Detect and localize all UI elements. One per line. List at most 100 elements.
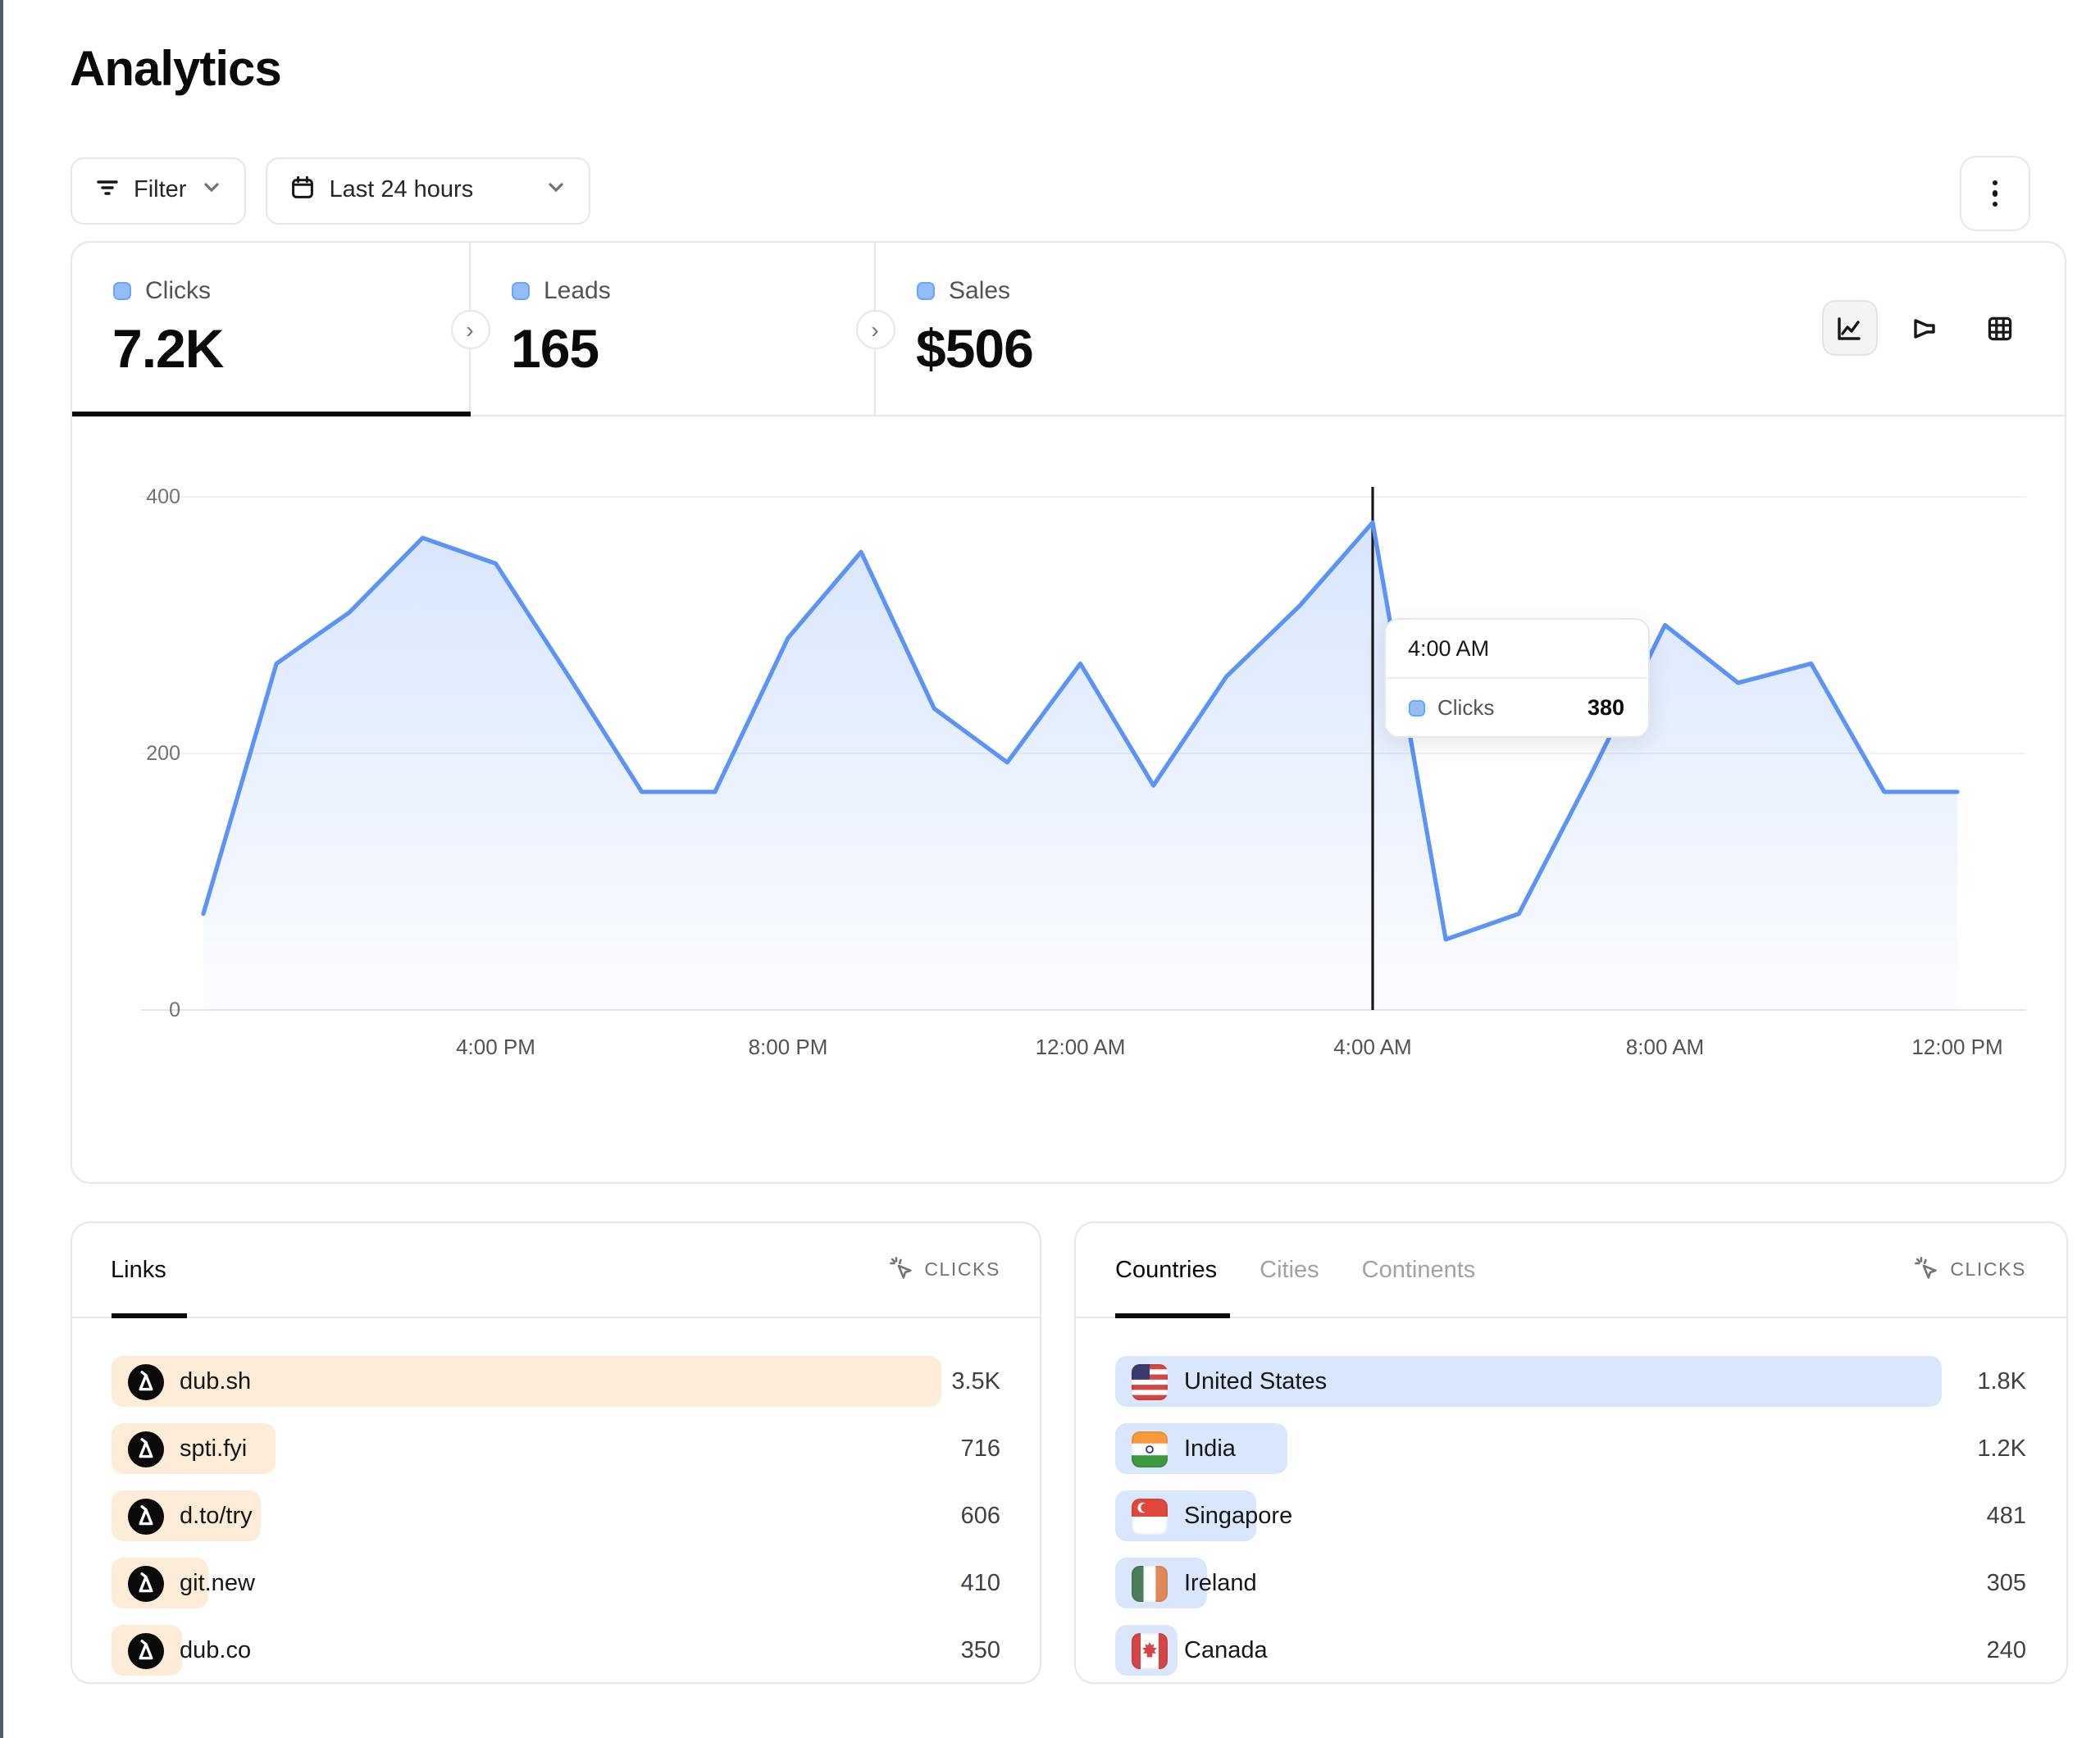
stat-label: Clicks bbox=[145, 277, 211, 305]
bar-area: git.new bbox=[111, 1558, 941, 1608]
line-chart-icon[interactable] bbox=[1821, 300, 1877, 356]
tab-clicks[interactable]: Clicks 7.2K bbox=[71, 243, 470, 415]
stat-label: Leads bbox=[544, 277, 611, 305]
expand-leads-chevron-button[interactable]: › bbox=[855, 310, 895, 349]
bar-area: d.to/try bbox=[111, 1490, 941, 1541]
analytics-page: Analytics Filter Last 24 hours bbox=[0, 0, 2100, 1738]
item-name: dub.co bbox=[180, 1637, 251, 1663]
bar-area: Ireland bbox=[1115, 1558, 1942, 1608]
expand-clicks-chevron-button[interactable]: › bbox=[450, 310, 490, 349]
stats-tabstrip: Clicks 7.2K Leads 165 Sales $506 › bbox=[71, 243, 2064, 416]
item-name: spti.fyi bbox=[180, 1435, 247, 1462]
kebab-menu-icon bbox=[1993, 180, 1998, 207]
svg-text:200: 200 bbox=[145, 742, 180, 765]
toolbar: Filter Last 24 hours bbox=[70, 156, 2030, 225]
flag-sg-icon bbox=[1132, 1498, 1168, 1534]
tab-continents[interactable]: Continents bbox=[1362, 1257, 1476, 1283]
item-value: 606 bbox=[941, 1503, 1000, 1529]
svg-text:4:00 AM: 4:00 AM bbox=[1332, 1035, 1410, 1059]
list-item[interactable]: Singapore 481 bbox=[1115, 1490, 2026, 1541]
dub-logo-icon bbox=[127, 1431, 163, 1467]
clicks-area-chart[interactable]: 02004004:00 PM8:00 PM12:00 AM4:00 AM8:00… bbox=[71, 415, 2064, 1182]
list-item[interactable]: dub.sh 3.5K bbox=[111, 1356, 1000, 1407]
clicks-legend-square-icon bbox=[112, 282, 130, 300]
page-title: Analytics bbox=[70, 43, 2066, 98]
cursor-click-icon bbox=[888, 1255, 913, 1285]
chevron-down-icon bbox=[545, 177, 565, 203]
countries-active-tab-underline bbox=[1115, 1313, 1230, 1318]
flag-ca-icon bbox=[1132, 1632, 1168, 1668]
item-value: 240 bbox=[1942, 1637, 2026, 1663]
countries-panel: Countries Cities Continents CLICKS Unite… bbox=[1074, 1222, 2067, 1684]
links-panel: Links CLICKS dub.sh 3.5K spti.fyi716 d.to/t… bbox=[70, 1222, 1041, 1684]
dub-logo-icon bbox=[127, 1498, 163, 1534]
svg-text:12:00 PM: 12:00 PM bbox=[1911, 1035, 2002, 1059]
tooltip-legend-square-icon bbox=[1408, 699, 1424, 716]
leads-legend-square-icon bbox=[511, 282, 529, 300]
tab-cities[interactable]: Cities bbox=[1260, 1257, 1319, 1283]
bar-area: spti.fyi bbox=[111, 1423, 941, 1474]
tab-links[interactable]: Links bbox=[111, 1257, 166, 1283]
dub-logo-icon bbox=[127, 1632, 163, 1668]
item-name: India bbox=[1184, 1435, 1236, 1462]
chevron-down-icon bbox=[201, 177, 221, 203]
flag-ie-icon bbox=[1132, 1565, 1168, 1601]
bar-area: dub.sh bbox=[111, 1356, 941, 1407]
stat-label: Sales bbox=[949, 277, 1010, 305]
item-name: Ireland bbox=[1184, 1570, 1257, 1596]
stat-value: 165 bbox=[511, 318, 873, 380]
tooltip-time: 4:00 AM bbox=[1385, 620, 1647, 679]
window-edge-strip bbox=[0, 0, 3, 1738]
sales-legend-square-icon bbox=[916, 282, 934, 300]
filter-label: Filter bbox=[134, 177, 186, 203]
svg-text:4:00 PM: 4:00 PM bbox=[455, 1035, 535, 1059]
item-name: git.new bbox=[180, 1570, 255, 1596]
bar-area: United States bbox=[1115, 1356, 1942, 1407]
chart-canvas: 02004004:00 PM8:00 PM12:00 AM4:00 AM8:00… bbox=[71, 415, 2064, 1182]
bar-area: dub.co bbox=[111, 1625, 941, 1676]
filter-button[interactable]: Filter bbox=[70, 157, 245, 224]
links-metric-header[interactable]: CLICKS bbox=[888, 1255, 1000, 1285]
list-item[interactable]: spti.fyi716 bbox=[111, 1423, 1000, 1474]
tooltip-series-label: Clicks bbox=[1437, 695, 1574, 720]
filter-icon bbox=[94, 175, 119, 206]
item-value: 350 bbox=[941, 1637, 1000, 1663]
cursor-click-icon bbox=[1914, 1255, 1938, 1285]
tab-leads[interactable]: Leads 165 bbox=[470, 243, 875, 415]
funnel-chart-icon[interactable] bbox=[1897, 300, 1952, 356]
item-value: 481 bbox=[1942, 1503, 2026, 1529]
item-value: 1.2K bbox=[1942, 1435, 2026, 1462]
item-name: Singapore bbox=[1184, 1503, 1292, 1529]
list-item[interactable]: dub.co 350 bbox=[111, 1625, 1000, 1676]
svg-text:8:00 AM: 8:00 AM bbox=[1625, 1035, 1703, 1059]
item-name: United States bbox=[1184, 1368, 1327, 1394]
date-range-button[interactable]: Last 24 hours bbox=[265, 157, 590, 224]
list-item[interactable]: United States 1.8K bbox=[1115, 1356, 2026, 1407]
calendar-icon bbox=[289, 175, 314, 206]
table-grid-icon[interactable] bbox=[1972, 300, 2028, 356]
more-options-button[interactable] bbox=[1960, 156, 2030, 231]
item-name: Canada bbox=[1184, 1637, 1268, 1663]
item-value: 410 bbox=[941, 1570, 1000, 1596]
chart-tooltip: 4:00 AM Clicks 380 bbox=[1383, 618, 1649, 738]
bar-area: Singapore bbox=[1115, 1490, 1942, 1541]
list-item[interactable]: Canada 240 bbox=[1115, 1625, 2026, 1676]
list-item[interactable]: d.to/try606 bbox=[111, 1490, 1000, 1541]
bar-area: Canada bbox=[1115, 1625, 1942, 1676]
list-item[interactable]: git.new 410 bbox=[111, 1558, 1000, 1608]
item-name: dub.sh bbox=[180, 1368, 251, 1394]
active-tab-underline bbox=[71, 411, 470, 416]
countries-metric-header[interactable]: CLICKS bbox=[1914, 1255, 2026, 1285]
chart-view-toggle bbox=[1821, 300, 2028, 356]
item-value: 3.5K bbox=[941, 1368, 1000, 1394]
tab-countries[interactable]: Countries bbox=[1115, 1257, 1217, 1283]
list-item[interactable]: Ireland 305 bbox=[1115, 1558, 2026, 1608]
item-value: 305 bbox=[1942, 1570, 2026, 1596]
flag-in-icon bbox=[1132, 1431, 1168, 1467]
item-value: 1.8K bbox=[1942, 1368, 2026, 1394]
svg-text:400: 400 bbox=[145, 485, 180, 508]
list-item[interactable]: India 1.2K bbox=[1115, 1423, 2026, 1474]
svg-text:8:00 PM: 8:00 PM bbox=[748, 1035, 827, 1059]
stat-value: 7.2K bbox=[112, 318, 468, 380]
svg-text:0: 0 bbox=[168, 999, 180, 1021]
